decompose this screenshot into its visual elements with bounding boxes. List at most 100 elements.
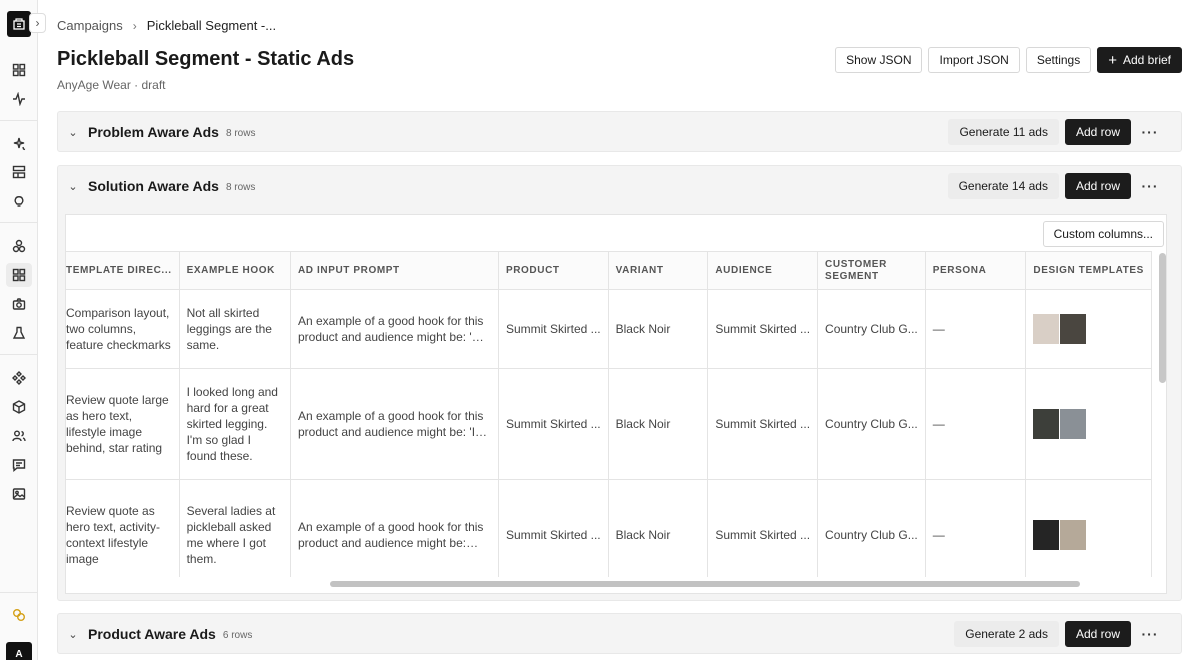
breadcrumb-chevron-icon: ›	[132, 18, 137, 33]
segment-cell[interactable]: Country Club G...	[817, 289, 926, 369]
design-template-thumbnail[interactable]	[1060, 520, 1087, 550]
column-header[interactable]: DESIGN TEMPLATES	[1025, 251, 1152, 290]
generate-ads-button[interactable]: Generate 14 ads	[947, 173, 1059, 199]
column-header[interactable]: CUSTOMER SEGMENT	[817, 251, 926, 290]
column-header[interactable]: TEMPLATE DIREC...	[66, 251, 180, 290]
box-icon[interactable]	[6, 395, 32, 419]
dashboard-icon[interactable]	[6, 58, 32, 82]
design-thumbnails	[1033, 520, 1144, 550]
breadcrumb-campaigns-link[interactable]: Campaigns	[57, 18, 123, 33]
prompt-cell[interactable]: An example of a good hook for this produ…	[289, 368, 499, 480]
layout-icon[interactable]	[6, 160, 32, 184]
message-icon[interactable]	[6, 453, 32, 477]
section-header[interactable]: ⌄ Solution Aware Ads 8 rows Generate 14 …	[58, 166, 1181, 206]
audience-cell[interactable]: Summit Skirted ...	[707, 289, 819, 369]
custom-columns-button[interactable]: Custom columns...	[1042, 221, 1164, 247]
design-template-thumbnail[interactable]	[1060, 314, 1087, 344]
add-row-button[interactable]: Add row	[1064, 173, 1131, 199]
design-template-thumbnail[interactable]	[1033, 314, 1060, 344]
segment-text: Country Club G...	[825, 528, 918, 542]
column-header[interactable]: PERSONA	[924, 251, 1027, 290]
horizontal-scrollbar[interactable]	[330, 581, 1080, 587]
persona-cell[interactable]: —	[924, 479, 1027, 577]
segment-text: Country Club G...	[825, 322, 918, 336]
activity-icon[interactable]	[6, 87, 32, 111]
prompt-text: An example of a good hook for this produ…	[297, 520, 484, 550]
image-icon[interactable]	[6, 482, 32, 506]
section-product-aware: ⌄ Product Aware Ads 6 rows Generate 2 ad…	[57, 613, 1182, 654]
prompt-cell[interactable]: An example of a good hook for this produ…	[289, 289, 499, 369]
design-template-thumbnail[interactable]	[1060, 409, 1087, 439]
settings-button[interactable]: Settings	[1025, 47, 1092, 73]
show-json-button[interactable]: Show JSON	[835, 47, 923, 73]
import-json-button[interactable]: Import JSON	[928, 47, 1020, 73]
segment-cell[interactable]: Country Club G...	[817, 479, 926, 577]
generate-ads-button[interactable]: Generate 11 ads	[948, 119, 1059, 145]
add-row-button[interactable]: Add row	[1064, 621, 1131, 647]
product-text: Summit Skirted ...	[505, 322, 601, 336]
more-options-icon[interactable]: ···	[1137, 178, 1163, 194]
table-row[interactable]: Comparison layout, two columns, feature …	[66, 289, 1152, 369]
hook-cell[interactable]: Several ladies at pickleball asked me wh…	[178, 479, 291, 577]
campaigns-grid-icon[interactable]	[6, 263, 32, 287]
sidebar-expand-chevron-icon[interactable]: ›	[29, 13, 46, 33]
chevron-down-icon[interactable]: ⌄	[58, 180, 88, 193]
column-header[interactable]: EXAMPLE HOOK	[178, 251, 291, 290]
sparkles-icon[interactable]	[6, 132, 32, 156]
prompt-text: An example of a good hook for this produ…	[297, 314, 491, 344]
template-cell[interactable]: Review quote large as hero text, lifesty…	[66, 368, 180, 480]
design-thumbnails	[1033, 409, 1144, 439]
vertical-scrollbar[interactable]	[1159, 253, 1166, 383]
add-row-button[interactable]: Add row	[1064, 119, 1131, 145]
audience-cell[interactable]: Summit Skirted ...	[707, 368, 819, 480]
design-template-thumbnail[interactable]	[1033, 409, 1060, 439]
section-header[interactable]: ⌄ Product Aware Ads 6 rows Generate 2 ad…	[58, 614, 1181, 654]
design-templates-cell[interactable]	[1025, 479, 1152, 577]
components-icon[interactable]	[6, 366, 32, 390]
more-options-icon[interactable]: ···	[1137, 626, 1163, 642]
generate-ads-button[interactable]: Generate 2 ads	[954, 621, 1059, 647]
variant-cell[interactable]: Black Noir	[607, 289, 709, 369]
page-title: Pickleball Segment - Static Ads	[57, 48, 355, 70]
users-icon[interactable]	[6, 424, 32, 448]
header-actions: Show JSON Import JSON Settings + Add bri…	[835, 47, 1182, 73]
workspace-logo-icon[interactable]	[7, 11, 31, 37]
chevron-down-icon[interactable]: ⌄	[58, 628, 88, 641]
persona-cell[interactable]: —	[924, 368, 1027, 480]
more-options-icon[interactable]: ···	[1137, 124, 1163, 140]
template-cell[interactable]: Comparison layout, two columns, feature …	[66, 289, 180, 369]
segment-cell[interactable]: Country Club G...	[817, 368, 926, 480]
design-templates-cell[interactable]	[1025, 289, 1152, 369]
template-cell[interactable]: Review quote as hero text, activity-cont…	[66, 479, 180, 577]
camera-icon[interactable]	[6, 292, 32, 316]
hook-cell[interactable]: Not all skirted leggings are the same.	[178, 289, 291, 369]
table-row[interactable]: Review quote large as hero text, lifesty…	[66, 368, 1152, 480]
section-title: Product Aware Ads	[88, 626, 216, 642]
variant-cell[interactable]: Black Noir	[607, 479, 709, 577]
design-template-thumbnail[interactable]	[1033, 520, 1060, 550]
column-header[interactable]: PRODUCT	[497, 251, 609, 290]
design-templates-cell[interactable]	[1025, 368, 1152, 480]
hook-cell[interactable]: I looked long and hard for a great skirt…	[178, 368, 291, 480]
variant-cell[interactable]: Black Noir	[607, 368, 709, 480]
product-cell[interactable]: Summit Skirted ...	[497, 479, 609, 577]
persona-cell[interactable]: —	[924, 289, 1027, 369]
coins-icon[interactable]	[6, 603, 32, 627]
column-header[interactable]: AUDIENCE	[707, 251, 819, 290]
flask-icon[interactable]	[6, 321, 32, 345]
prompt-cell[interactable]: An example of a good hook for this produ…	[289, 479, 499, 577]
column-header[interactable]: AD INPUT PROMPT	[289, 251, 499, 290]
row-count: 6 rows	[222, 629, 253, 641]
chevron-down-icon[interactable]: ⌄	[58, 126, 88, 139]
shapes-icon[interactable]	[6, 234, 32, 258]
section-header[interactable]: ⌄ Problem Aware Ads 8 rows Generate 11 a…	[58, 112, 1181, 152]
audience-cell[interactable]: Summit Skirted ...	[707, 479, 819, 577]
add-brief-button[interactable]: + Add brief	[1097, 47, 1182, 73]
table-row[interactable]: Review quote as hero text, activity-cont…	[66, 479, 1152, 577]
column-header[interactable]: VARIANT	[607, 251, 709, 290]
product-cell[interactable]: Summit Skirted ...	[497, 289, 609, 369]
product-cell[interactable]: Summit Skirted ...	[497, 368, 609, 480]
ads-table-grid: TEMPLATE DIREC... EXAMPLE HOOK AD INPUT …	[66, 251, 1152, 577]
lightbulb-icon[interactable]	[6, 189, 32, 213]
avatar[interactable]: A	[6, 642, 32, 660]
